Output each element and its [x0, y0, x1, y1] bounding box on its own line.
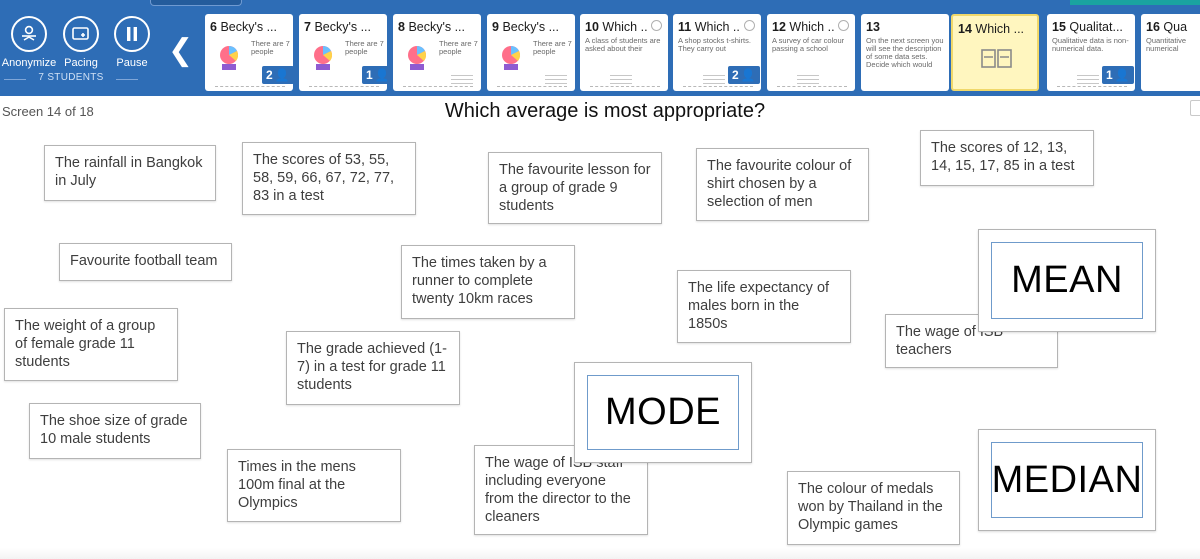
thumbnail-screen-12[interactable]: 12 Which .. A survey of car colour passi… [767, 14, 855, 91]
thumbnail-screen-6[interactable]: 6 Becky's ... There are 7 people 2 👤 [205, 14, 293, 91]
sort-card[interactable]: Times in the mens 100m final at the Olym… [227, 449, 401, 522]
thumbnail-number: 9 [492, 20, 499, 34]
thumbnail-number: 14 [958, 22, 972, 36]
thumbnail-number: 10 [585, 20, 599, 34]
sort-card[interactable]: Favourite football team [59, 243, 232, 281]
thumbnail-screen-7[interactable]: 7 Becky's ... There are 7 people 1 👤 [299, 14, 387, 91]
thumbnail-title: Which ... [975, 22, 1025, 36]
thumbnail-title: Which .. [602, 20, 648, 34]
sort-card[interactable]: The grade achieved (1-7) in a test for g… [286, 331, 460, 405]
sort-card[interactable]: The favourite colour of shirt chosen by … [696, 148, 869, 221]
toolbar-accent-strip [1070, 0, 1200, 5]
anonymize-icon [11, 16, 47, 52]
thumbnail-screen-15[interactable]: 15 Qualitat... Qualitative data is non-n… [1047, 14, 1135, 91]
card-sort-layout-icon [981, 49, 1012, 68]
sort-card[interactable]: The rainfall in Bangkok in July [44, 145, 216, 201]
response-badge: 1 👤 [362, 66, 387, 84]
median-target-box[interactable]: MEDIAN [978, 429, 1156, 531]
thumbnail-number: 15 [1052, 20, 1066, 34]
sort-card[interactable]: The scores of 53, 55, 58, 59, 66, 67, 72… [242, 142, 416, 215]
sort-card[interactable]: The scores of 12, 13, 14, 15, 17, 85 in … [920, 130, 1094, 186]
thumbnail-screen-8[interactable]: 8 Becky's ... There are 7 people [393, 14, 481, 91]
top-toolbar: Anonymize Pacing Pause 7 STUDENTS ❮ 6 Be… [0, 0, 1200, 96]
thumbnail-screen-10[interactable]: 10 Which .. A class of students are aske… [580, 14, 668, 91]
list-lines-icon [789, 72, 819, 91]
students-count: 7 STUDENTS [4, 72, 138, 83]
thumbnail-title: Becky's ... [314, 20, 372, 34]
person-icon: 👤 [274, 68, 290, 82]
person-icon: 👤 [740, 68, 756, 82]
thumbnail-screen-14[interactable]: 14 Which ... [951, 14, 1039, 91]
mean-target-box[interactable]: MEAN [978, 229, 1156, 332]
sort-card[interactable]: The favourite lesson for a group of grad… [488, 152, 662, 224]
thumbnail-text: Quantitative numerical [1146, 36, 1187, 53]
list-lines-icon [1069, 72, 1099, 91]
bottom-edge [0, 548, 1200, 559]
pie-chart-illustration-icon [220, 46, 239, 70]
thumbnail-screen-16[interactable]: 16 Qua Quantitative numerical [1141, 14, 1200, 91]
pie-chart-illustration-icon [314, 46, 333, 70]
toolbar-tab-fragment[interactable] [150, 0, 242, 6]
list-lines-icon [695, 72, 725, 91]
thumbnail-screen-11[interactable]: 11 Which .. A shop stocks t-shirts. They… [673, 14, 761, 91]
info-icon [651, 20, 662, 31]
thumbnail-number: 8 [398, 20, 405, 34]
thumbnail-title: Becky's ... [408, 20, 466, 34]
mean-label: MEAN [991, 242, 1143, 319]
thumbnail-screen-9[interactable]: 9 Becky's ... There are 7 people [487, 14, 575, 91]
sort-card[interactable]: The weight of a group of female grade 11… [4, 308, 178, 381]
info-icon [744, 20, 755, 31]
sort-card[interactable]: The life expectancy of males born in the… [677, 270, 851, 343]
expand-icon[interactable] [1190, 100, 1200, 116]
chevron-left-icon[interactable]: ❮ [168, 36, 193, 66]
thumbnail-screen-13[interactable]: 13 On the next screen you will see the d… [861, 14, 949, 91]
question-title: Which average is most appropriate? [444, 100, 766, 122]
thumbnail-number: 13 [866, 20, 880, 34]
pause-button[interactable]: Pause [102, 16, 162, 69]
mode-target-box[interactable]: MODE [574, 362, 752, 463]
thumbnail-title: Qualitat... [1069, 20, 1123, 34]
thumbnail-number: 7 [304, 20, 311, 34]
thumbnail-text: There are 7 people [439, 40, 478, 56]
thumbnail-number: 16 [1146, 20, 1160, 34]
pause-label: Pause [116, 57, 148, 69]
pie-chart-illustration-icon [408, 46, 427, 70]
sort-card[interactable]: The colour of medals won by Thailand in … [787, 471, 960, 545]
thumbnail-text: A survey of car colour passing a school [772, 36, 845, 53]
thumbnail-title: Qua [1163, 20, 1188, 34]
median-label: MEDIAN [991, 442, 1143, 518]
thumbnail-title: Which .. [694, 20, 740, 34]
thumbnail-title: Which .. [789, 20, 835, 34]
thumbnail-text: On the next screen you will see the desc… [866, 36, 944, 69]
thumbnail-number: 11 [678, 20, 692, 34]
thumbnail-number: 12 [772, 20, 786, 34]
response-badge: 2 👤 [728, 66, 760, 84]
thumbnail-title: Becky's ... [220, 20, 278, 34]
list-lines-icon [537, 72, 567, 91]
list-lines-icon [443, 72, 473, 91]
info-icon [838, 20, 849, 31]
thumbnail-text: There are 7 people [533, 40, 572, 56]
sort-card[interactable]: The shoe size of grade 10 male students [29, 403, 201, 459]
sort-card[interactable]: The times taken by a runner to complete … [401, 245, 575, 319]
pie-chart-illustration-icon [502, 46, 521, 70]
response-badge: 1 👤 [1102, 66, 1134, 84]
response-badge: 2 👤 [262, 66, 293, 84]
person-icon: 👤 [1114, 68, 1130, 82]
thumbnail-text: There are 7 people [345, 40, 384, 56]
list-lines-icon [602, 72, 632, 91]
pause-icon [114, 16, 150, 52]
thumbnail-text: There are 7 people [251, 40, 290, 56]
mode-label: MODE [587, 375, 739, 450]
pacing-icon [63, 16, 99, 52]
thumbnail-title: Becky's ... [502, 20, 560, 34]
thumbnail-number: 6 [210, 20, 217, 34]
thumbnail-text: Qualitative data is non-numerical data. [1052, 36, 1129, 53]
person-icon: 👤 [374, 68, 387, 82]
thumbnail-text: A class of students are asked about thei… [585, 36, 661, 53]
thumbnail-text: A shop stocks t-shirts. They carry out [678, 36, 751, 53]
